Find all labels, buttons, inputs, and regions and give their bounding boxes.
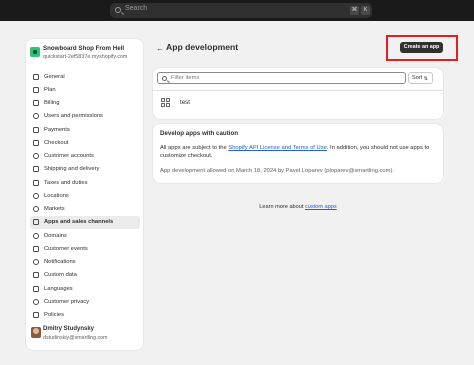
caution-meta: App development allowed on March 18, 202… [160,168,395,174]
bell-icon [33,259,39,266]
policies-icon [33,312,39,319]
domains-icon [33,232,39,239]
caution-body-prefix: All apps are subject to the [160,145,229,151]
sidebar-item-label: Custom data [44,272,77,279]
apps-card: Filter items Sort ⇅ test [153,68,443,119]
store-url: quickstart-2ef5837e.myshopify.com [43,54,128,60]
k-key-icon: K [361,6,370,15]
custom-data-icon [33,272,39,279]
caution-title: Develop apps with caution [160,130,239,137]
location-icon [33,192,39,199]
filter-placeholder: Filter items [171,75,200,81]
sidebar-item-label: Shipping and delivery [44,166,100,173]
search-icon [115,7,121,13]
store-header[interactable]: Snowboard Shop From Hell quickstart-2ef5… [30,44,140,64]
search-placeholder: Search [125,5,148,12]
divider [153,90,443,91]
filter-input[interactable]: Filter items [157,72,406,84]
back-arrow-icon[interactable]: ← [156,44,164,53]
caution-body: All apps are subject to the Shopify API … [160,144,436,160]
sidebar-item-label: Domains [44,232,67,239]
sidebar-item-label: Billing [44,100,60,107]
search-icon [162,75,167,81]
sidebar-item-users-and-permissions[interactable]: Users and permissions [30,110,140,123]
sidebar-item-label: General [44,73,65,80]
user-account[interactable]: Dmitry Studynsky dstudinskiy@smartling.c… [30,324,140,346]
sidebar-item-custom-data[interactable]: Custom data [30,269,140,282]
settings-nav: General Plan Billing Users and permissio… [30,70,140,322]
sidebar-item-label: Checkout [44,139,69,146]
sidebar-item-notifications[interactable]: Notifications [30,256,140,269]
sidebar-item-label: Languages [44,285,73,292]
sidebar-item-markets[interactable]: Markets [30,203,140,216]
app-name-link[interactable]: test [180,99,190,106]
sidebar-item-taxes-and-duties[interactable]: Taxes and duties [30,176,140,189]
shipping-icon [33,166,39,173]
sidebar-item-policies[interactable]: Policies [30,309,140,322]
events-icon [33,245,39,252]
user-name: Dmitry Studynsky [43,326,95,332]
sort-label: Sort [412,75,423,81]
user-email: dstudinskiy@smartling.com [43,335,108,341]
users-icon [33,113,39,120]
sidebar-item-locations[interactable]: Locations [30,189,140,202]
custom-apps-link[interactable]: custom apps [305,204,337,210]
sidebar-item-label: Plan [44,86,56,93]
sidebar-item-checkout[interactable]: Checkout [30,136,140,149]
sidebar-item-label: Policies [44,312,64,319]
sidebar-item-payments[interactable]: Payments [30,123,140,136]
sidebar-item-label: Users and permissions [44,113,103,120]
sidebar-item-label: Payments [44,126,70,133]
app-grid-icon [161,98,170,107]
sidebar-item-label: Notifications [44,259,76,266]
billing-icon [33,100,39,107]
api-license-link[interactable]: Shopify API License and Terms of Use [228,145,327,151]
sidebar-item-apps-and-sales-channels[interactable]: Apps and sales channels [30,215,140,229]
sidebar-item-customer-events[interactable]: Customer events [30,242,140,255]
caution-card: Develop apps with caution All apps are s… [153,124,443,183]
create-app-button[interactable]: Create an app [400,42,443,53]
search-bar[interactable]: Search ⌘ K [110,3,372,18]
checkout-icon [33,139,39,146]
sidebar-item-general[interactable]: General [30,70,140,83]
payments-icon [33,126,39,133]
avatar [31,327,41,338]
store-name: Snowboard Shop From Hell [43,45,125,52]
apps-icon [33,219,39,226]
sidebar-item-customer-accounts[interactable]: Customer accounts [30,150,140,163]
languages-icon [33,285,39,292]
command-key-icon: ⌘ [350,6,359,15]
sidebar-item-label: Locations [44,192,69,199]
sidebar-item-label: Customer accounts [44,153,94,160]
privacy-icon [33,298,39,305]
customer-accounts-icon [33,153,39,160]
globe-icon [33,206,39,213]
sort-button[interactable]: Sort ⇅ [408,72,433,84]
store-icon [33,73,39,80]
sidebar-item-plan[interactable]: Plan [30,83,140,96]
learn-more-prefix: Learn more about [259,204,305,210]
sidebar-item-label: Customer privacy [44,298,90,305]
sidebar-item-label: Customer events [44,245,88,252]
sort-icon: ⇅ [423,76,428,82]
sidebar-item-label: Markets [44,206,65,213]
top-bar: Search ⌘ K [0,0,474,21]
sidebar-item-shipping-and-delivery[interactable]: Shipping and delivery [30,163,140,176]
plan-icon [33,86,39,93]
sidebar-item-customer-privacy[interactable]: Customer privacy [30,295,140,308]
sidebar-item-languages[interactable]: Languages [30,282,140,295]
sidebar-item-billing[interactable]: Billing [30,97,140,110]
page-title: App development [166,42,239,52]
settings-sidebar: Snowboard Shop From Hell quickstart-2ef5… [26,39,143,350]
sidebar-item-label: Taxes and duties [44,179,88,186]
taxes-icon [33,179,39,186]
learn-more: Learn more about custom apps [153,204,443,210]
store-logo-icon [30,47,40,57]
sidebar-item-label: Apps and sales channels [44,219,114,226]
sidebar-item-domains[interactable]: Domains [30,229,140,242]
